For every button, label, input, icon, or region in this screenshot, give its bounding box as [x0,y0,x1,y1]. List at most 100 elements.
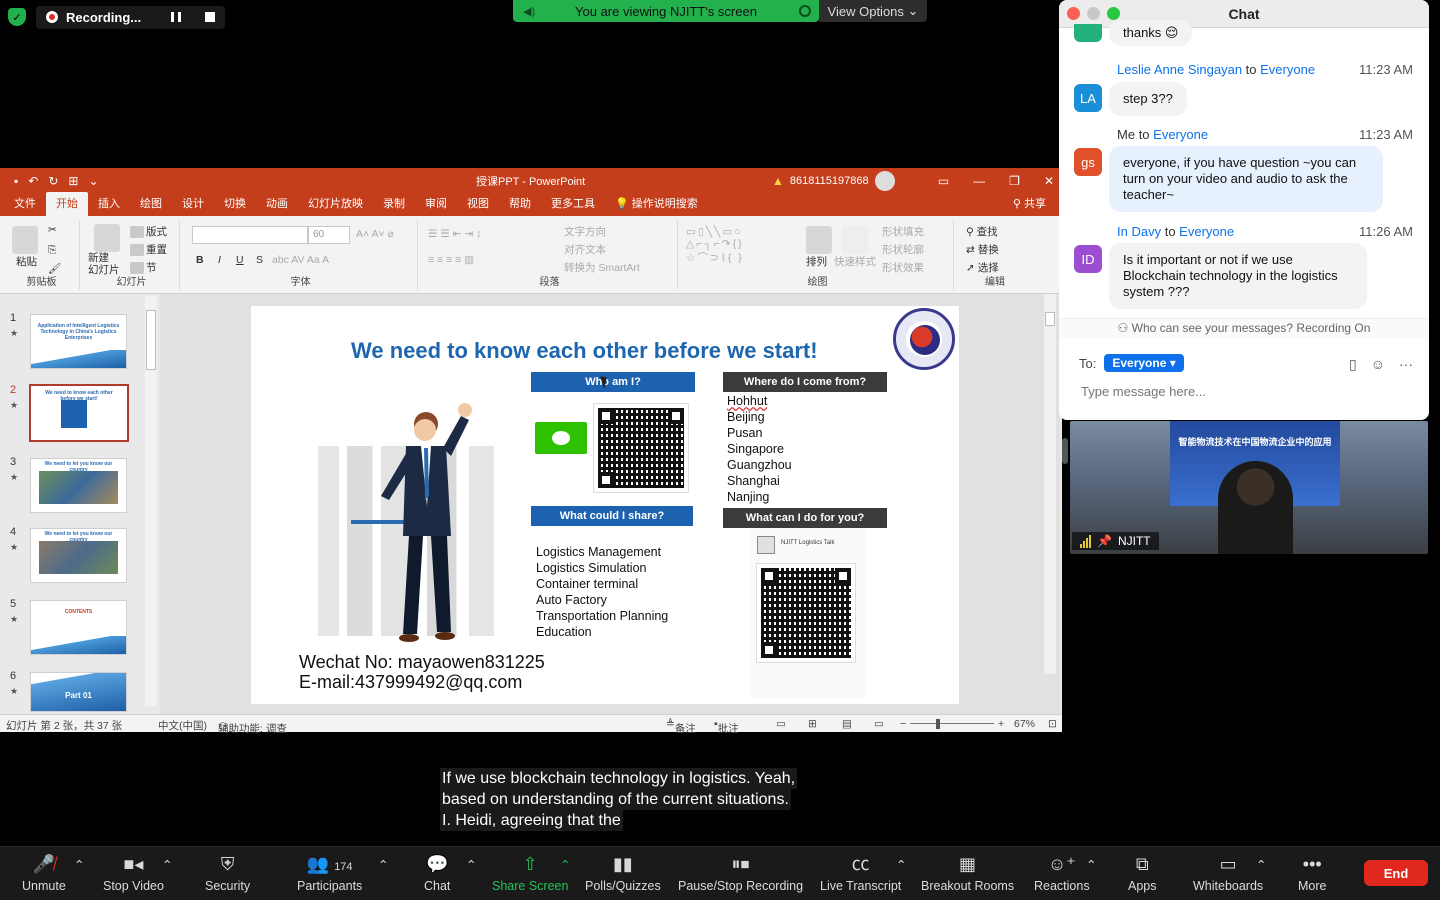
paste-button[interactable]: 粘贴 [16,254,37,269]
grow-font-icon[interactable]: A˄ A˅ ⌀ [356,228,394,240]
find-button[interactable]: ⚲ 查找 [966,224,998,239]
new-slide-icon[interactable] [94,224,120,252]
participant-video[interactable]: 智能物流技术在中国物流企业中的应用 📌 NJITT [1070,421,1428,554]
ribbon-display-icon[interactable]: ▭ [938,174,949,188]
maximize-icon[interactable]: ❐ [1009,174,1020,188]
quick-styles-icon[interactable] [842,226,868,254]
align-icons[interactable]: ≡ ≡ ≡ ≡ ▥ [428,254,474,266]
zoom-in-icon[interactable]: + [998,718,1004,730]
file-icon[interactable]: ▯ [1349,356,1357,373]
thumbnail-scrollbar[interactable] [145,296,157,706]
audio-options-caret[interactable]: ⌃ [74,857,84,872]
share-screen-button[interactable]: ⇧ Share Screen [492,853,568,893]
transcript-options-caret[interactable]: ⌃ [896,857,906,872]
slide-thumbnail-2[interactable]: We need to know each other before we sta… [29,384,129,442]
recipient-select[interactable]: Everyone ▾ [1104,354,1184,372]
current-slide[interactable]: We need to know each other before we sta… [251,306,959,704]
end-meeting-button[interactable]: End [1364,860,1428,886]
scrollbar-thumb[interactable] [146,310,156,370]
font-size-select[interactable]: 60 [308,226,350,244]
tab-review[interactable]: 审阅 [415,192,457,216]
chat-options-caret[interactable]: ⌃ [466,857,476,872]
unmute-button[interactable]: 🎤̸ Unmute [22,853,66,893]
shape-outline-button[interactable]: 形状轮廓 [882,242,924,257]
participants-options-caret[interactable]: ⌃ [378,857,388,872]
account-avatar[interactable] [874,171,895,191]
share-button[interactable]: ⚲ 共享 [1013,195,1046,211]
pause-recording-icon[interactable] [171,12,182,22]
close-icon[interactable]: ✕ [1044,174,1054,188]
reading-view-icon[interactable]: ▤ [842,718,852,730]
arrange-button[interactable]: 排列 [806,254,827,269]
live-transcript-button[interactable]: ㏄ Live Transcript [820,853,901,893]
slide-thumbnail-6[interactable]: Part 01 [30,672,127,712]
close-window-icon[interactable] [1067,7,1080,20]
zoom-level[interactable]: 67% [1014,718,1035,730]
shape-fill-button[interactable]: 形状填充 [882,224,924,239]
language-indicator[interactable]: 中文(中国) [158,718,207,733]
tab-more-tools[interactable]: 更多工具 [541,192,605,216]
slide-scrollbar[interactable] [1044,294,1056,674]
tab-slideshow[interactable]: 幻灯片放映 [298,192,373,216]
slide-thumbnail-5[interactable]: CONTENTS [30,600,127,655]
stop-video-button[interactable]: ■◂ Stop Video [103,853,164,893]
slide-sorter-icon[interactable]: ⊞ [808,718,817,730]
tab-design[interactable]: 设计 [172,192,214,216]
emoji-icon[interactable]: ☺ [1371,356,1385,373]
text-direction-button[interactable]: 文字方向 [564,224,606,239]
comments-button[interactable]: ▪ 批注 [714,718,739,735]
tab-animations[interactable]: 动画 [256,192,298,216]
more-button[interactable]: ••• More [1298,853,1326,893]
customize-icon[interactable]: ⌄ [88,174,98,188]
tab-view[interactable]: 视图 [457,192,499,216]
shapes-gallery[interactable]: ▭▯╲╲▭○ △⌐┐⌐↷{} ☆⌒⊃⌇{ } [686,226,744,265]
strikethrough-icon[interactable]: abc AV Aa A [272,254,329,266]
whiteboards-button[interactable]: ▭ Whiteboards [1193,853,1263,893]
participants-button[interactable]: 👥 174 Participants [297,853,362,893]
stop-recording-icon[interactable] [205,12,216,22]
layout-button[interactable]: 版式 [130,224,167,239]
tab-help[interactable]: 帮助 [499,192,541,216]
tab-insert[interactable]: 插入 [88,192,130,216]
zoom-out-icon[interactable]: − [900,718,906,730]
apps-button[interactable]: ⧉ Apps [1128,853,1157,893]
italic-icon[interactable]: I [218,254,221,266]
tell-me-search[interactable]: 💡 操作说明搜索 [605,192,708,216]
minimize-icon[interactable]: — [973,174,985,188]
paste-icon[interactable] [12,226,38,254]
slideshow-icon[interactable]: ▭ [874,718,884,730]
polls-button[interactable]: ▮▮ Polls/Quizzes [585,853,661,893]
slide-thumbnail-1[interactable]: Application of Intelligent Logistics Tec… [30,314,127,369]
notes-button[interactable]: ≜ 备注 [666,718,696,735]
tab-home[interactable]: 开始 [46,192,88,216]
slide-thumbnail-4[interactable]: We need to let you know our country [30,528,127,583]
align-text-button[interactable]: 对齐文本 [564,242,606,257]
underline-icon[interactable]: U [236,254,244,266]
security-button[interactable]: ⛨ Security [205,853,250,893]
cut-icon[interactable]: ✂ [48,224,57,236]
chat-message-input[interactable] [1081,384,1401,399]
panel-resize-handle[interactable] [1062,438,1068,464]
zoom-slider-thumb[interactable] [936,719,940,729]
maximize-window-icon[interactable] [1107,7,1120,20]
view-options-button[interactable]: View Options ⌄ [819,0,927,22]
undo-icon[interactable]: ↶ [28,174,38,188]
slide-thumbnail-3[interactable]: We need to let you know our country [30,458,127,513]
pause-stop-recording-button[interactable]: ⏸⏹ Pause/Stop Recording [678,853,803,893]
tab-file[interactable]: 文件 [4,192,46,216]
whiteboards-options-caret[interactable]: ⌃ [1256,857,1266,872]
reactions-options-caret[interactable]: ⌃ [1086,857,1096,872]
tab-record[interactable]: 录制 [373,192,415,216]
message-visibility-notice[interactable]: ⚇ Who can see your messages? Recording O… [1059,318,1429,338]
tab-transitions[interactable]: 切换 [214,192,256,216]
bullets-icon[interactable]: ☰ ☰ ⇤ ⇥ ↕ [428,228,481,240]
breakout-rooms-button[interactable]: ▦ Breakout Rooms [921,853,1014,893]
minimize-window-icon[interactable] [1087,7,1100,20]
video-options-caret[interactable]: ⌃ [162,857,172,872]
more-icon[interactable]: ··· [1399,356,1413,373]
save-icon[interactable]: ▪ [14,174,18,188]
copy-icon[interactable]: ⎘ [48,244,56,257]
font-name-select[interactable] [192,226,308,244]
scrollbar-thumb[interactable] [1045,312,1055,326]
sender-name[interactable]: Leslie Anne Singayan [1117,62,1242,77]
